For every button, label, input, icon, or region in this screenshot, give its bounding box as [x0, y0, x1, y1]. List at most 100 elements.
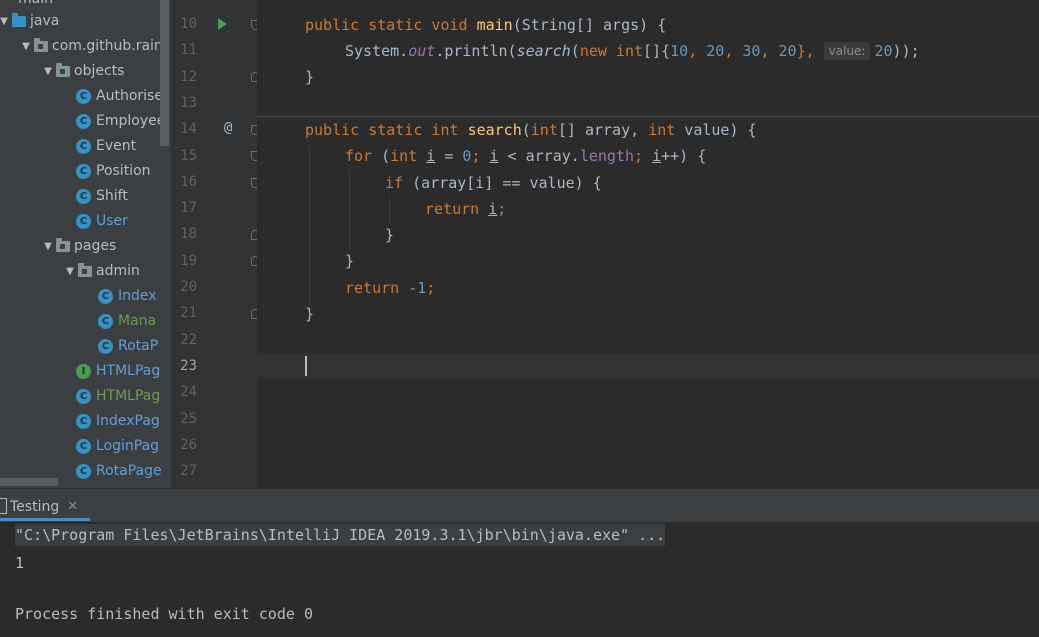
- inlay-hint: value:: [823, 42, 871, 60]
- tree-item[interactable]: ▼ pages: [42, 235, 116, 257]
- tree-item[interactable]: ▼ objects: [42, 60, 124, 82]
- tree-item-label: User: [96, 213, 128, 229]
- close-icon[interactable]: ✕: [67, 499, 78, 514]
- line-number: 11: [180, 42, 197, 59]
- code-token: (String[] args) {: [512, 16, 667, 34]
- class-icon: C: [76, 188, 91, 204]
- class-icon: C: [76, 138, 91, 154]
- code-token: .println(: [435, 42, 517, 60]
- line-number: 23: [180, 357, 197, 374]
- code-token: -1: [408, 279, 427, 297]
- code-line-17[interactable]: return i;: [425, 196, 506, 222]
- tree-item[interactable]: C LoginPag: [76, 435, 159, 457]
- code-editor[interactable]: [257, 0, 1039, 488]
- tree-item[interactable]: C RotaP: [98, 335, 158, 357]
- line-number: 20: [180, 279, 197, 295]
- chevron-down-icon[interactable]: ▼: [42, 66, 54, 77]
- code-token: i: [426, 147, 436, 165]
- tree-item[interactable]: I HTMLPag: [76, 360, 160, 382]
- code-line-15[interactable]: for (int i = 0; i < array.length; i++) {: [345, 143, 706, 169]
- line-number: 19: [180, 252, 197, 269]
- class-icon: C: [76, 413, 91, 429]
- chevron-down-icon[interactable]: ▼: [0, 16, 10, 27]
- tree-item[interactable]: ▼ com.github.rain: [20, 35, 163, 57]
- tree-item-label: Authorise: [96, 88, 163, 104]
- tree-item-label: RotaP: [118, 338, 159, 354]
- console-command-line[interactable]: "C:\Program Files\JetBrains\IntelliJ IDE…: [15, 524, 666, 546]
- code-token: for: [345, 147, 382, 165]
- tree-item[interactable]: ▼ java: [0, 10, 59, 32]
- code-token: ;: [426, 279, 436, 297]
- code-token: if: [385, 174, 413, 192]
- tree-item-label: com.github.rain: [52, 38, 163, 54]
- line-number: 21: [180, 305, 197, 322]
- code-line-20[interactable]: return -1;: [345, 275, 435, 301]
- tree-item-main[interactable]: main: [18, 0, 53, 10]
- code-token: (: [521, 121, 531, 139]
- code-token: }: [305, 305, 315, 323]
- tree-item[interactable]: C Authorise: [76, 85, 163, 107]
- tree-item[interactable]: C IndexPag: [76, 410, 160, 432]
- run-icon[interactable]: [218, 18, 227, 30]
- tree-item[interactable]: C RotaPage: [76, 460, 162, 482]
- code-token: System.: [345, 42, 409, 60]
- run-tab-testing[interactable]: Testing ✕: [0, 492, 78, 521]
- package-icon: [34, 37, 48, 52]
- class-icon: C: [76, 113, 91, 129]
- code-token: ;: [634, 147, 653, 165]
- tree-scrollbar[interactable]: [160, 0, 169, 146]
- tree-item[interactable]: C Index: [98, 285, 157, 307]
- package-icon: [56, 62, 70, 77]
- tree-item[interactable]: C Employee: [76, 110, 165, 132]
- code-token: public static void: [305, 16, 477, 34]
- code-token: [] array,: [557, 121, 649, 139]
- code-line-10[interactable]: public static void main(String[] args) {: [305, 12, 666, 38]
- line-number: 25: [180, 410, 197, 427]
- code-token: new int: [579, 42, 644, 60]
- tree-item-label: Index: [118, 288, 157, 304]
- tree-horizontal-scrollbar[interactable]: [0, 478, 58, 486]
- code-token: 20: [706, 42, 725, 60]
- code-token: }: [305, 68, 315, 86]
- override-icon[interactable]: @: [224, 120, 232, 136]
- tree-item-label: Position: [96, 163, 151, 179]
- folder-icon: [12, 12, 26, 27]
- code-line-11[interactable]: System.out.println(search(new int[]{10, …: [345, 38, 920, 64]
- line-number: 12: [180, 68, 197, 85]
- line-number: 18: [180, 226, 197, 243]
- code-line-18[interactable]: }: [385, 222, 394, 248]
- code-token: ,: [688, 42, 707, 60]
- code-token: search: [467, 121, 522, 139]
- code-line-19[interactable]: }: [345, 248, 354, 274]
- code-line-16[interactable]: if (array[i] == value) {: [385, 170, 602, 196]
- text-caret: [305, 356, 307, 376]
- interface-icon: I: [76, 363, 91, 379]
- code-token: ,: [724, 42, 743, 60]
- tree-item[interactable]: C Mana: [98, 310, 156, 332]
- project-tree[interactable]: main ▼ java ▼ com.github.rain ▼ objects C Autho…: [0, 0, 171, 488]
- tree-item-label: Shift: [96, 188, 128, 204]
- code-token: int: [648, 121, 676, 139]
- code-token: int: [530, 121, 558, 139]
- tree-item[interactable]: C HTMLPag: [76, 385, 160, 407]
- chevron-down-icon[interactable]: ▼: [20, 41, 32, 52]
- code-token: value) {: [675, 121, 757, 139]
- chevron-down-icon[interactable]: ▼: [42, 241, 54, 252]
- tree-item[interactable]: C User: [76, 210, 128, 232]
- tree-item-label: Mana: [118, 313, 157, 329]
- code-token: 10: [670, 42, 689, 60]
- code-line-14[interactable]: public static int search(int[] array, in…: [305, 117, 757, 143]
- code-token: (: [381, 147, 391, 165]
- tree-item[interactable]: C Event: [76, 135, 136, 157]
- tree-item[interactable]: C Shift: [76, 185, 128, 207]
- line-number: 17: [180, 200, 197, 217]
- code-token: main: [476, 16, 513, 34]
- chevron-down-icon[interactable]: ▼: [64, 266, 76, 277]
- tree-item[interactable]: ▼ admin: [64, 260, 140, 282]
- tree-item-label: pages: [74, 238, 117, 254]
- line-number: 15: [180, 147, 197, 164]
- tree-item[interactable]: C Position: [76, 160, 151, 182]
- code-line-12[interactable]: }: [305, 64, 314, 90]
- run-tab-label: Testing: [10, 498, 60, 515]
- code-line-21[interactable]: }: [305, 301, 314, 327]
